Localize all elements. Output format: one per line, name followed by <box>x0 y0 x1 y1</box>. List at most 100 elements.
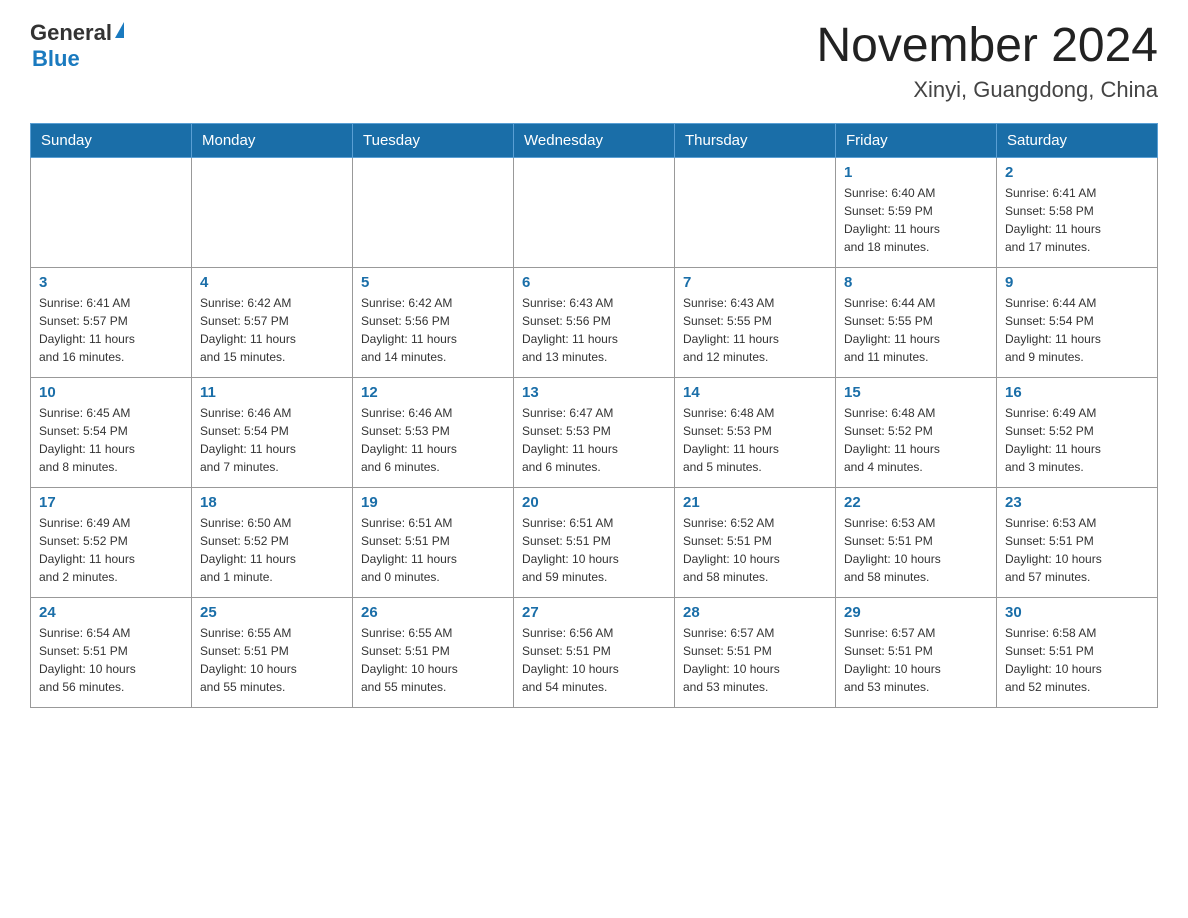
weekday-header-friday: Friday <box>836 123 997 157</box>
calendar-week-4: 17Sunrise: 6:49 AM Sunset: 5:52 PM Dayli… <box>31 487 1158 597</box>
calendar-header: SundayMondayTuesdayWednesdayThursdayFrid… <box>31 123 1158 157</box>
calendar-cell: 27 Sunrise: 6:56 AM Sunset: 5:51 PM Dayli… <box>514 597 675 707</box>
weekday-header-row: SundayMondayTuesdayWednesdayThursdayFrid… <box>31 123 1158 157</box>
day-number: 8 <box>844 274 988 291</box>
day-info: Sunrise: 6:56 AM Sunset: 5:51 PM Dayligh… <box>522 624 666 696</box>
calendar-week-3: 10 Sunrise: 6:45 AM Sunset: 5:54 PM Dayli… <box>31 377 1158 487</box>
day-info: Sunrise: 6:57 AM Sunset: 5:51 PM Dayligh… <box>844 624 988 696</box>
calendar-table: SundayMondayTuesdayWednesdayThursdayFrid… <box>30 123 1158 708</box>
title-block: November 2024 Xinyi, Guangdong, China <box>816 20 1158 103</box>
day-info: Sunrise: 6:58 AM Sunset: 5:51 PM Dayligh… <box>1005 624 1149 696</box>
weekday-header-tuesday: Tuesday <box>353 123 514 157</box>
calendar-cell: 15 Sunrise: 6:48 AM Sunset: 5:52 PM Dayli… <box>836 377 997 487</box>
calendar-cell <box>514 157 675 267</box>
day-number: 15 <box>844 384 988 401</box>
calendar-cell: 2Sunrise: 6:41 AM Sunset: 5:58 PM Daylig… <box>997 157 1158 267</box>
day-info: Sunrise: 6:44 AM Sunset: 5:54 PM Dayligh… <box>1005 294 1149 366</box>
day-info: Sunrise: 6:41 AM Sunset: 5:57 PM Dayligh… <box>39 294 183 366</box>
day-number: 6 <box>522 274 666 291</box>
weekday-header-monday: Monday <box>192 123 353 157</box>
calendar-body: 1Sunrise: 6:40 AM Sunset: 5:59 PM Daylig… <box>31 157 1158 707</box>
day-number: 27 <box>522 604 666 621</box>
day-number: 21 <box>683 494 827 511</box>
calendar-cell: 25 Sunrise: 6:55 AM Sunset: 5:51 PM Dayli… <box>192 597 353 707</box>
day-info: Sunrise: 6:43 AM Sunset: 5:55 PM Dayligh… <box>683 294 827 366</box>
day-number: 14 <box>683 384 827 401</box>
day-info: Sunrise: 6:51 AM Sunset: 5:51 PM Dayligh… <box>522 514 666 586</box>
calendar-cell <box>192 157 353 267</box>
day-info: Sunrise: 6:51 AM Sunset: 5:51 PM Dayligh… <box>361 514 505 586</box>
calendar-cell: 29Sunrise: 6:57 AM Sunset: 5:51 PM Dayli… <box>836 597 997 707</box>
calendar-cell: 8 Sunrise: 6:44 AM Sunset: 5:55 PM Daylig… <box>836 267 997 377</box>
calendar-cell: 9 Sunrise: 6:44 AM Sunset: 5:54 PM Daylig… <box>997 267 1158 377</box>
day-number: 10 <box>39 384 183 401</box>
day-number: 25 <box>200 604 344 621</box>
day-info: Sunrise: 6:57 AM Sunset: 5:51 PM Dayligh… <box>683 624 827 696</box>
day-number: 7 <box>683 274 827 291</box>
day-info: Sunrise: 6:50 AM Sunset: 5:52 PM Dayligh… <box>200 514 344 586</box>
calendar-cell: 19 Sunrise: 6:51 AM Sunset: 5:51 PM Dayli… <box>353 487 514 597</box>
day-info: Sunrise: 6:43 AM Sunset: 5:56 PM Dayligh… <box>522 294 666 366</box>
day-info: Sunrise: 6:47 AM Sunset: 5:53 PM Dayligh… <box>522 404 666 476</box>
day-info: Sunrise: 6:42 AM Sunset: 5:56 PM Dayligh… <box>361 294 505 366</box>
weekday-header-thursday: Thursday <box>675 123 836 157</box>
day-number: 26 <box>361 604 505 621</box>
day-info: Sunrise: 6:41 AM Sunset: 5:58 PM Dayligh… <box>1005 184 1149 256</box>
logo-blue-text: Blue <box>32 46 80 72</box>
day-number: 17 <box>39 494 183 511</box>
day-number: 16 <box>1005 384 1149 401</box>
day-info: Sunrise: 6:49 AM Sunset: 5:52 PM Dayligh… <box>1005 404 1149 476</box>
calendar-cell: 16 Sunrise: 6:49 AM Sunset: 5:52 PM Dayli… <box>997 377 1158 487</box>
day-number: 23 <box>1005 494 1149 511</box>
day-number: 30 <box>1005 604 1149 621</box>
day-info: Sunrise: 6:45 AM Sunset: 5:54 PM Dayligh… <box>39 404 183 476</box>
calendar-cell: 13 Sunrise: 6:47 AM Sunset: 5:53 PM Dayli… <box>514 377 675 487</box>
calendar-cell: 7 Sunrise: 6:43 AM Sunset: 5:55 PM Daylig… <box>675 267 836 377</box>
calendar-week-1: 1Sunrise: 6:40 AM Sunset: 5:59 PM Daylig… <box>31 157 1158 267</box>
day-number: 5 <box>361 274 505 291</box>
day-number: 24 <box>39 604 183 621</box>
calendar-cell <box>31 157 192 267</box>
day-info: Sunrise: 6:40 AM Sunset: 5:59 PM Dayligh… <box>844 184 988 256</box>
day-info: Sunrise: 6:54 AM Sunset: 5:51 PM Dayligh… <box>39 624 183 696</box>
calendar-cell: 3Sunrise: 6:41 AM Sunset: 5:57 PM Daylig… <box>31 267 192 377</box>
calendar-cell: 12 Sunrise: 6:46 AM Sunset: 5:53 PM Dayli… <box>353 377 514 487</box>
calendar-cell: 14 Sunrise: 6:48 AM Sunset: 5:53 PM Dayli… <box>675 377 836 487</box>
weekday-header-sunday: Sunday <box>31 123 192 157</box>
calendar-cell: 17Sunrise: 6:49 AM Sunset: 5:52 PM Dayli… <box>31 487 192 597</box>
day-info: Sunrise: 6:48 AM Sunset: 5:53 PM Dayligh… <box>683 404 827 476</box>
day-info: Sunrise: 6:46 AM Sunset: 5:53 PM Dayligh… <box>361 404 505 476</box>
day-number: 11 <box>200 384 344 401</box>
calendar-cell: 6 Sunrise: 6:43 AM Sunset: 5:56 PM Daylig… <box>514 267 675 377</box>
calendar-cell: 4Sunrise: 6:42 AM Sunset: 5:57 PM Daylig… <box>192 267 353 377</box>
calendar-cell: 30 Sunrise: 6:58 AM Sunset: 5:51 PM Dayli… <box>997 597 1158 707</box>
weekday-header-saturday: Saturday <box>997 123 1158 157</box>
calendar-cell: 22Sunrise: 6:53 AM Sunset: 5:51 PM Dayli… <box>836 487 997 597</box>
day-number: 22 <box>844 494 988 511</box>
calendar-cell: 28 Sunrise: 6:57 AM Sunset: 5:51 PM Dayli… <box>675 597 836 707</box>
day-number: 9 <box>1005 274 1149 291</box>
calendar-subtitle: Xinyi, Guangdong, China <box>816 77 1158 103</box>
calendar-cell: 5 Sunrise: 6:42 AM Sunset: 5:56 PM Daylig… <box>353 267 514 377</box>
day-info: Sunrise: 6:46 AM Sunset: 5:54 PM Dayligh… <box>200 404 344 476</box>
day-info: Sunrise: 6:53 AM Sunset: 5:51 PM Dayligh… <box>1005 514 1149 586</box>
day-number: 13 <box>522 384 666 401</box>
day-info: Sunrise: 6:52 AM Sunset: 5:51 PM Dayligh… <box>683 514 827 586</box>
day-info: Sunrise: 6:44 AM Sunset: 5:55 PM Dayligh… <box>844 294 988 366</box>
day-info: Sunrise: 6:55 AM Sunset: 5:51 PM Dayligh… <box>200 624 344 696</box>
calendar-cell: 18 Sunrise: 6:50 AM Sunset: 5:52 PM Dayli… <box>192 487 353 597</box>
day-info: Sunrise: 6:48 AM Sunset: 5:52 PM Dayligh… <box>844 404 988 476</box>
day-number: 18 <box>200 494 344 511</box>
logo-triangle-icon <box>115 22 124 38</box>
calendar-cell: 24 Sunrise: 6:54 AM Sunset: 5:51 PM Dayli… <box>31 597 192 707</box>
day-number: 28 <box>683 604 827 621</box>
day-info: Sunrise: 6:55 AM Sunset: 5:51 PM Dayligh… <box>361 624 505 696</box>
logo: General Blue <box>30 20 124 72</box>
day-number: 19 <box>361 494 505 511</box>
logo-general-text: General <box>30 20 112 46</box>
calendar-cell: 26 Sunrise: 6:55 AM Sunset: 5:51 PM Dayli… <box>353 597 514 707</box>
day-number: 12 <box>361 384 505 401</box>
day-number: 20 <box>522 494 666 511</box>
calendar-cell <box>675 157 836 267</box>
calendar-cell: 23 Sunrise: 6:53 AM Sunset: 5:51 PM Dayli… <box>997 487 1158 597</box>
